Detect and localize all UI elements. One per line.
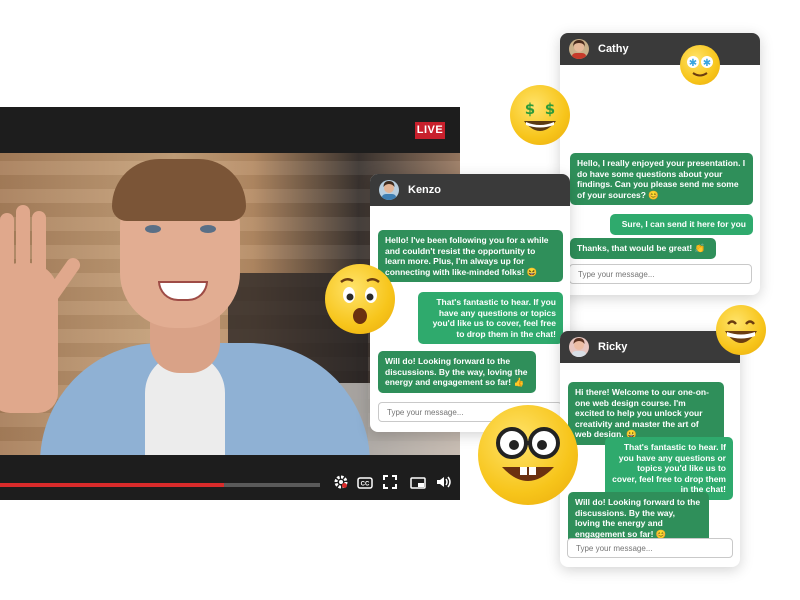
- svg-text:✱: ✱: [689, 58, 697, 69]
- chat-contact-name: Cathy: [598, 43, 629, 55]
- chat-window-kenzo: Kenzo Hello! I've been following you for…: [370, 174, 570, 432]
- avatar: [569, 337, 589, 357]
- finger: [16, 205, 30, 275]
- svg-text:$: $: [545, 100, 555, 118]
- svg-text:$: $: [525, 100, 535, 118]
- chat-header: Ricky: [560, 331, 740, 363]
- volume-icon[interactable]: [434, 475, 454, 493]
- nerd-emoji-icon: [478, 405, 578, 505]
- fullscreen-icon[interactable]: [380, 475, 400, 493]
- chat-header: Kenzo: [370, 174, 570, 206]
- chat-message-received: Will do! Looking forward to the discussi…: [378, 351, 536, 393]
- chat-message-received: Hi there! Welcome to our one-on-one web …: [568, 382, 724, 445]
- live-badge: LIVE: [415, 122, 445, 139]
- svg-text:✱: ✱: [703, 58, 711, 69]
- chat-contact-name: Ricky: [598, 341, 628, 353]
- chat-window-ricky: Ricky Hi there! Welcome to our one-on-on…: [560, 331, 740, 567]
- progress-bar[interactable]: [0, 483, 320, 487]
- chat-message-sent: That's fantastic to hear. If you have an…: [418, 292, 563, 344]
- svg-text:CC: CC: [361, 482, 370, 488]
- chat-message-received: Hello, I really enjoyed your presentatio…: [570, 153, 753, 205]
- finger: [0, 213, 14, 283]
- star-eyes-emoji-icon: ✱ ✱: [680, 45, 720, 85]
- settings-icon[interactable]: [331, 475, 351, 493]
- chat-message-sent: Sure, I can send it here for you: [610, 214, 753, 235]
- player-controls: CC: [0, 455, 460, 500]
- message-input[interactable]: [569, 264, 752, 284]
- money-eyes-emoji-icon: $ $: [510, 85, 570, 145]
- chat-message-received: Will do! Looking forward to the discussi…: [568, 492, 709, 544]
- chat-contact-name: Kenzo: [408, 184, 441, 196]
- presenter-right-eye: [200, 225, 216, 233]
- avatar: [379, 180, 399, 200]
- chat-message-received: Hello! I've been following you for a whi…: [378, 230, 563, 282]
- chat-message-received: Thanks, that would be great! 👏: [570, 238, 716, 259]
- progress-fill: [0, 483, 224, 487]
- grinning-emoji-icon: [716, 305, 766, 355]
- message-input[interactable]: [567, 538, 733, 558]
- presenter-left-eye: [145, 225, 161, 233]
- finger: [32, 211, 46, 281]
- captions-icon[interactable]: CC: [355, 475, 375, 493]
- chat-window-cathy: Cathy Hello, I really enjoyed your prese…: [560, 33, 760, 295]
- presenter-hair: [112, 159, 246, 221]
- surprised-emoji-icon: [325, 264, 395, 334]
- avatar: [569, 39, 589, 59]
- chat-message-sent: That's fantastic to hear. If you have an…: [605, 437, 733, 500]
- miniplayer-icon[interactable]: [408, 475, 428, 493]
- chat-header: Cathy: [560, 33, 760, 65]
